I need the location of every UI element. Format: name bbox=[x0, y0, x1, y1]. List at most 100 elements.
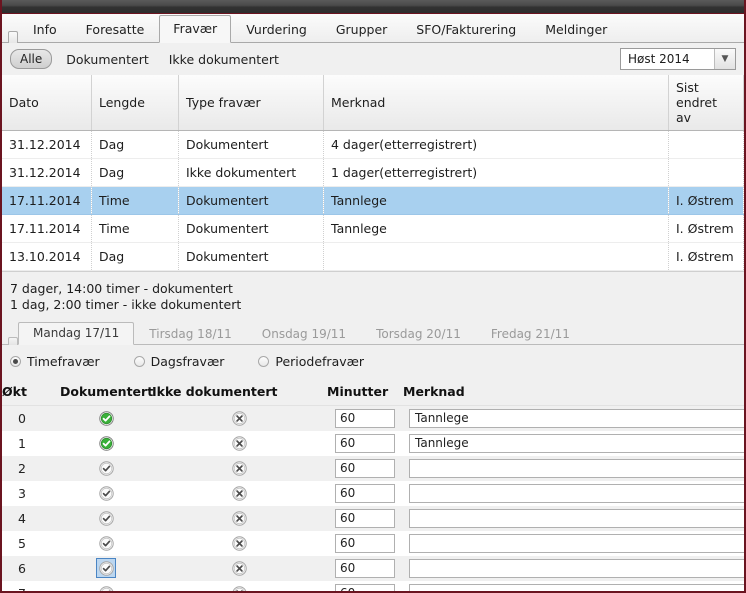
merknad-input[interactable] bbox=[409, 559, 744, 578]
session-cell-dokumentert[interactable] bbox=[60, 581, 152, 591]
session-row[interactable]: 7 60 bbox=[2, 581, 744, 591]
column-header-sist-endret[interactable]: Sist endret av bbox=[668, 75, 744, 131]
absence-table: Dato Lengde Type fravær Merknad Sist end… bbox=[2, 75, 744, 271]
session-row[interactable]: 0 60 Tannlege bbox=[2, 405, 744, 431]
minutter-input[interactable]: 60 bbox=[335, 434, 395, 453]
minutter-input[interactable]: 60 bbox=[335, 559, 395, 578]
minutter-input[interactable]: 60 bbox=[335, 534, 395, 553]
filter-button-ikke-dokumentert[interactable]: Ikke dokumentert bbox=[169, 52, 279, 67]
filter-button-dokumentert[interactable]: Dokumentert bbox=[66, 52, 148, 67]
check-circle-icon[interactable] bbox=[96, 458, 116, 478]
merknad-input[interactable] bbox=[409, 459, 744, 478]
session-cell-okt: 4 bbox=[2, 506, 60, 531]
minutter-input[interactable]: 60 bbox=[335, 459, 395, 478]
session-cell-ikke-dokumentert[interactable] bbox=[152, 456, 327, 481]
day-tab-mandag[interactable]: Mandag 17/11 bbox=[18, 322, 135, 345]
day-tab-fredag[interactable]: Fredag 21/11 bbox=[476, 323, 585, 345]
session-cell-ikke-dokumentert[interactable] bbox=[152, 531, 327, 556]
table-row-selected[interactable]: 17.11.2014 Time Dokumentert Tannlege I. … bbox=[2, 186, 744, 215]
x-circle-icon[interactable] bbox=[230, 483, 250, 503]
session-cell-minutter: 60 bbox=[327, 431, 403, 456]
check-circle-icon[interactable] bbox=[96, 508, 116, 528]
session-row[interactable]: 3 60 bbox=[2, 481, 744, 506]
check-circle-icon[interactable] bbox=[96, 558, 116, 579]
radio-dagsfravar[interactable]: Dagsfravær bbox=[133, 354, 225, 369]
session-cell-minutter: 60 bbox=[327, 506, 403, 531]
x-circle-icon[interactable] bbox=[230, 508, 250, 528]
merknad-input[interactable] bbox=[409, 484, 744, 503]
session-cell-okt: 6 bbox=[2, 556, 60, 581]
minutter-input[interactable]: 60 bbox=[335, 409, 395, 428]
check-circle-icon[interactable] bbox=[96, 483, 116, 503]
day-tab-onsdag[interactable]: Onsdag 19/11 bbox=[247, 323, 361, 345]
check-circle-icon[interactable] bbox=[96, 583, 116, 591]
check-circle-icon[interactable] bbox=[96, 408, 116, 428]
check-circle-icon[interactable] bbox=[96, 533, 116, 553]
session-cell-dokumentert[interactable] bbox=[60, 431, 152, 456]
x-circle-icon[interactable] bbox=[230, 458, 250, 478]
session-row[interactable]: 1 60 Tannlege bbox=[2, 431, 744, 456]
x-circle-icon[interactable] bbox=[230, 408, 250, 428]
tab-meldinger[interactable]: Meldinger bbox=[531, 16, 621, 43]
table-row[interactable]: 31.12.2014 Dag Ikke dokumentert 1 dager(… bbox=[2, 158, 744, 187]
table-row[interactable]: 17.11.2014 Time Dokumentert Tannlege I. … bbox=[2, 214, 744, 243]
term-select[interactable]: Høst 2014 ▼ bbox=[620, 48, 736, 70]
table-row[interactable]: 31.12.2014 Dag Dokumentert 4 dager(etter… bbox=[2, 130, 744, 159]
merknad-input[interactable] bbox=[409, 534, 744, 553]
session-cell-ikke-dokumentert[interactable] bbox=[152, 431, 327, 456]
cell-lengde: Dag bbox=[91, 130, 179, 159]
radio-label: Dagsfravær bbox=[150, 354, 225, 369]
tab-grupper[interactable]: Grupper bbox=[322, 16, 401, 43]
check-circle-icon[interactable] bbox=[96, 433, 116, 453]
session-row[interactable]: 4 60 bbox=[2, 506, 744, 531]
column-header-merknad[interactable]: Merknad bbox=[323, 75, 669, 131]
x-circle-icon[interactable] bbox=[230, 433, 250, 453]
session-cell-dokumentert[interactable] bbox=[60, 456, 152, 481]
session-cell-dokumentert[interactable] bbox=[60, 481, 152, 506]
tab-vurdering[interactable]: Vurdering bbox=[232, 16, 321, 43]
minutter-input[interactable]: 60 bbox=[335, 484, 395, 503]
session-cell-okt: 7 bbox=[2, 581, 60, 591]
tab-foresatte[interactable]: Foresatte bbox=[72, 16, 159, 43]
minutter-input[interactable]: 60 bbox=[335, 584, 395, 591]
minutter-input[interactable]: 60 bbox=[335, 509, 395, 528]
merknad-input[interactable] bbox=[409, 509, 744, 528]
radio-dot-icon bbox=[133, 356, 145, 367]
column-header-type[interactable]: Type fravær bbox=[178, 75, 324, 131]
session-cell-dokumentert[interactable] bbox=[60, 556, 152, 581]
session-column-header-ikke-dokumentert: Ikke dokumentert bbox=[152, 378, 327, 406]
chevron-down-icon[interactable]: ▼ bbox=[714, 49, 735, 69]
day-tab-torsdag[interactable]: Torsdag 20/11 bbox=[361, 323, 476, 345]
radio-periodefravar[interactable]: Periodefravær bbox=[258, 354, 364, 369]
session-row[interactable]: 5 60 bbox=[2, 531, 744, 556]
tab-info[interactable]: Info bbox=[19, 16, 71, 43]
filter-button-alle[interactable]: Alle bbox=[10, 49, 53, 69]
radio-timefravar[interactable]: Timefravær bbox=[10, 354, 100, 369]
table-row[interactable]: 13.10.2014 Dag Dokumentert I. Østrem bbox=[2, 242, 744, 271]
session-cell-ikke-dokumentert[interactable] bbox=[152, 481, 327, 506]
x-circle-icon[interactable] bbox=[230, 558, 250, 578]
day-tab-strip-edge bbox=[8, 337, 18, 345]
session-cell-ikke-dokumentert[interactable] bbox=[152, 556, 327, 581]
session-cell-dokumentert[interactable] bbox=[60, 531, 152, 556]
session-row[interactable]: 2 60 bbox=[2, 456, 744, 481]
table-header-row: Dato Lengde Type fravær Merknad Sist end… bbox=[2, 75, 744, 131]
merknad-input[interactable]: Tannlege bbox=[409, 409, 744, 428]
session-cell-ikke-dokumentert[interactable] bbox=[152, 506, 327, 531]
x-circle-icon[interactable] bbox=[230, 583, 250, 591]
merknad-input[interactable]: Tannlege bbox=[409, 434, 744, 453]
x-circle-icon[interactable] bbox=[230, 533, 250, 553]
column-header-dato[interactable]: Dato bbox=[2, 75, 92, 131]
tab-fravar[interactable]: Fravær bbox=[159, 15, 232, 43]
session-cell-dokumentert[interactable] bbox=[60, 506, 152, 531]
session-row[interactable]: 6 60 bbox=[2, 556, 744, 581]
session-cell-ikke-dokumentert[interactable] bbox=[152, 581, 327, 591]
session-cell-dokumentert[interactable] bbox=[60, 405, 152, 431]
tab-sfo-fakturering[interactable]: SFO/Fakturering bbox=[402, 16, 530, 43]
merknad-input[interactable] bbox=[409, 584, 744, 591]
column-header-lengde[interactable]: Lengde bbox=[91, 75, 179, 131]
tab-label: Meldinger bbox=[545, 22, 608, 37]
day-tab-tirsdag[interactable]: Tirsdag 18/11 bbox=[134, 323, 246, 345]
session-cell-ikke-dokumentert[interactable] bbox=[152, 405, 327, 431]
session-cell-okt: 3 bbox=[2, 481, 60, 506]
